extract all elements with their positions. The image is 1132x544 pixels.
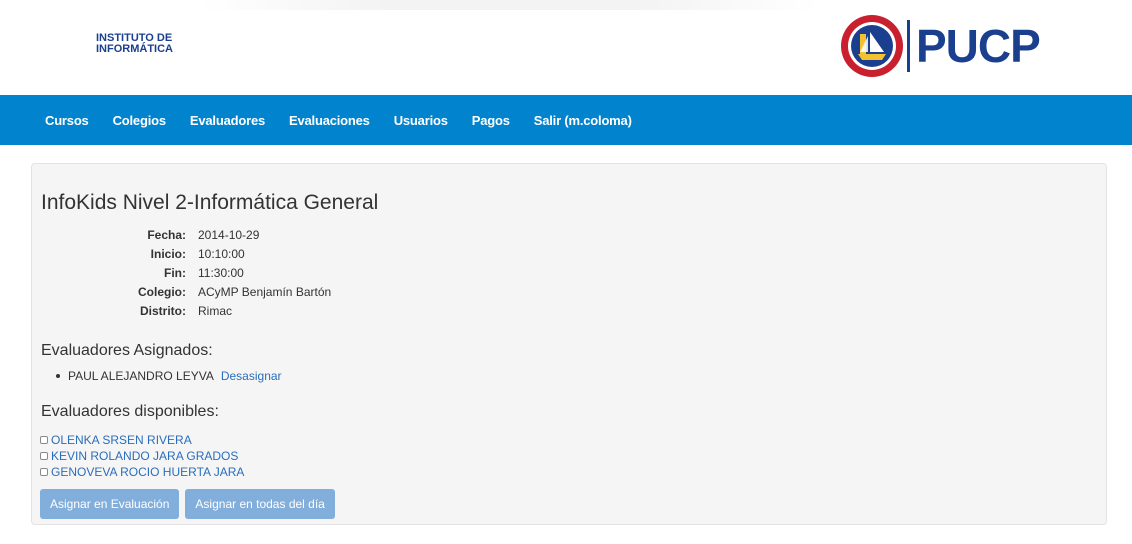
evaluator-checkbox[interactable] [40,468,48,476]
detail-value: 2014-10-29 [198,228,260,242]
list-item: KEVIN ROLANDO JARA GRADOS [40,448,244,464]
available-evaluators-list: OLENKA SRSEN RIVERA KEVIN ROLANDO JARA G… [40,432,244,480]
nav-item-usuarios[interactable]: Usuarios [382,113,460,128]
detail-value: Rimac [198,304,233,318]
assigned-evaluators-heading: Evaluadores Asignados: [41,342,213,359]
detail-label: Inicio: [150,247,186,261]
evaluator-link[interactable]: OLENKA SRSEN RIVERA [51,432,192,448]
assign-button-group: Asignar en Evaluación Asignar en todas d… [40,489,341,519]
detail-label: Fecha: [147,228,186,242]
nav-item-evaluaciones[interactable]: Evaluaciones [277,113,382,128]
detail-value: ACyMP Benjamín Bartón [198,285,332,299]
evaluation-details: Fecha: 2014-10-29 Inicio: 10:10:00 Fin: … [32,226,331,321]
evaluator-link[interactable]: GENOVEVA ROCIO HUERTA JARA [51,464,244,480]
detail-label: Fin: [164,266,186,280]
evaluator-checkbox[interactable] [40,452,48,460]
evaluator-link[interactable]: KEVIN ROLANDO JARA GRADOS [51,448,238,464]
header-background-watermark [200,0,820,10]
list-item: OLENKA SRSEN RIVERA [40,432,244,448]
detail-label: Colegio: [138,285,186,299]
detail-label: Distrito: [140,304,186,318]
nav-item-pagos[interactable]: Pagos [460,113,522,128]
assign-in-evaluation-button[interactable]: Asignar en Evaluación [40,489,180,519]
page-header: INSTITUTO DE INFORMÁTICA PUCP [0,0,1132,90]
detail-row-fin: Fin: 11:30:00 [32,264,331,283]
assigned-evaluator-name: PAUL ALEJANDRO LEYVA [68,369,214,383]
institute-logo-line2: INFORMÁTICA [96,43,173,55]
nav-item-evaluadores[interactable]: Evaluadores [178,113,277,128]
pucp-wordmark: PUCP [916,20,1041,72]
pucp-logo[interactable]: PUCP [840,14,1041,78]
bullet-icon [56,374,60,378]
evaluation-panel: InfoKids Nivel 2-Informática General Fec… [31,163,1107,525]
detail-row-fecha: Fecha: 2014-10-29 [32,226,331,245]
detail-value: 11:30:00 [198,266,244,280]
assigned-evaluator-item: PAUL ALEJANDRO LEYVA Desasignar [41,369,282,383]
nav-item-colegios[interactable]: Colegios [101,113,178,128]
detail-row-colegio: Colegio: ACyMP Benjamín Bartón [32,283,331,302]
detail-row-distrito: Distrito: Rimac [32,302,331,321]
evaluation-title: InfoKids Nivel 2-Informática General [41,191,379,214]
pucp-seal-icon [841,15,903,77]
list-item: GENOVEVA ROCIO HUERTA JARA [40,464,244,480]
nav-item-logout[interactable]: Salir (m.coloma) [522,113,644,128]
institute-logo[interactable]: INSTITUTO DE INFORMÁTICA [96,33,173,55]
assign-all-day-button[interactable]: Asignar en todas del día [185,489,335,519]
nav-item-cursos[interactable]: Cursos [33,113,101,128]
detail-row-inicio: Inicio: 10:10:00 [32,245,331,264]
available-evaluators-heading: Evaluadores disponibles: [41,403,219,420]
main-navbar: Cursos Colegios Evaluadores Evaluaciones… [0,95,1132,145]
unassign-link[interactable]: Desasignar [221,369,282,383]
evaluator-checkbox[interactable] [40,436,48,444]
pucp-logo-divider [907,20,910,72]
detail-value: 10:10:00 [198,247,245,261]
